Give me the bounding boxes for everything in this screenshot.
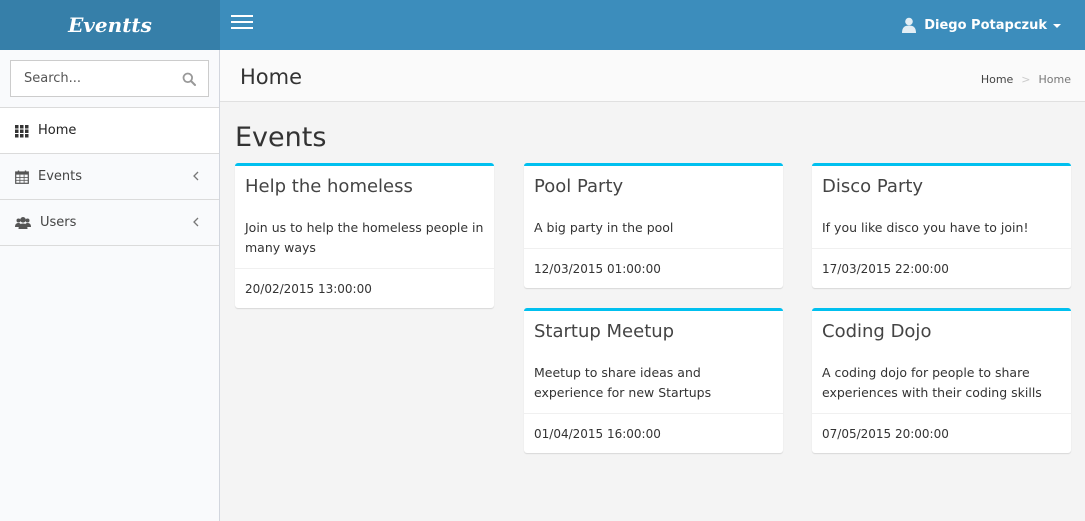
user-icon — [902, 17, 917, 33]
event-date: 17/03/2015 22:00:00 — [812, 248, 1071, 288]
sidebar-toggle-icon[interactable] — [231, 15, 253, 35]
top-navbar: Diego Potapczuk — [220, 0, 1085, 50]
event-card[interactable]: Help the homeless Join us to help the ho… — [235, 163, 494, 308]
breadcrumb: Home > Home — [981, 73, 1071, 86]
event-title[interactable]: Disco Party — [812, 166, 1071, 206]
sidebar-item-label: Home — [38, 123, 77, 138]
users-icon — [15, 216, 31, 229]
event-card[interactable]: Startup Meetup Meetup to share ideas and… — [524, 308, 783, 453]
caret-down-icon — [1053, 24, 1061, 28]
event-date: 12/03/2015 01:00:00 — [524, 248, 783, 288]
sidebar: Home Events Users — [0, 50, 220, 521]
search-icon[interactable] — [182, 72, 196, 86]
search-input[interactable] — [11, 61, 208, 96]
event-description: A big party in the pool — [534, 220, 674, 235]
sidebar-item-home[interactable]: Home — [0, 108, 219, 154]
event-date: 20/02/2015 13:00:00 — [235, 268, 494, 308]
sidebar-item-users[interactable]: Users — [0, 200, 219, 246]
content-header: Home Home > Home — [220, 50, 1085, 102]
chevron-left-icon — [193, 217, 199, 227]
grid-icon — [15, 124, 29, 137]
sidebar-item-label: Users — [40, 215, 77, 230]
event-description: If you like disco you have to join! — [822, 220, 1029, 235]
search-box — [10, 60, 209, 97]
event-card[interactable]: Coding Dojo A coding dojo for people to … — [812, 308, 1071, 453]
breadcrumb-separator: > — [1021, 73, 1031, 86]
chevron-left-icon — [193, 171, 199, 181]
sidebar-item-label: Events — [38, 169, 83, 184]
breadcrumb-link-home[interactable]: Home — [981, 73, 1013, 86]
event-description: Meetup to share ideas and experience for… — [534, 365, 712, 400]
event-title[interactable]: Coding Dojo — [812, 311, 1071, 351]
event-title[interactable]: Help the homeless — [235, 166, 494, 206]
calendar-icon — [15, 170, 29, 184]
event-title[interactable]: Pool Party — [524, 166, 783, 206]
sidebar-search — [0, 50, 219, 108]
app-logo[interactable]: Eventts — [0, 0, 220, 50]
user-menu[interactable]: Diego Potapczuk — [902, 0, 1061, 50]
event-description: Join us to help the homeless people in m… — [245, 220, 484, 255]
event-description: A coding dojo for people to share experi… — [822, 365, 1042, 400]
page-title: Home — [240, 65, 303, 89]
event-title[interactable]: Startup Meetup — [524, 311, 783, 351]
event-card[interactable]: Pool Party A big party in the pool 12/03… — [524, 163, 783, 288]
breadcrumb-current: Home — [1038, 73, 1071, 86]
sidebar-item-events[interactable]: Events — [0, 154, 219, 200]
main-content: Events Help the homeless Join us to help… — [220, 102, 1085, 521]
user-name: Diego Potapczuk — [924, 17, 1047, 33]
event-date: 01/04/2015 16:00:00 — [524, 413, 783, 453]
event-card[interactable]: Disco Party If you like disco you have t… — [812, 163, 1071, 288]
event-date: 07/05/2015 20:00:00 — [812, 413, 1071, 453]
section-title: Events — [235, 122, 327, 153]
